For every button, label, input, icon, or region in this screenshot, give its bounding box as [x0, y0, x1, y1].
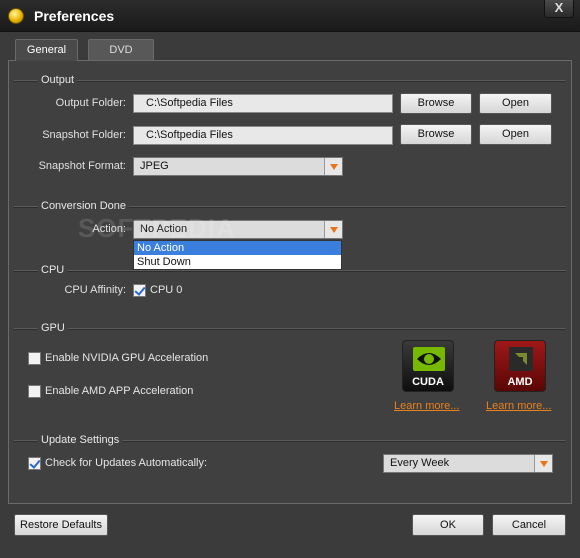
nvidia-checkbox[interactable] — [28, 352, 41, 365]
output-folder-field[interactable]: C:\Softpedia Files — [133, 94, 393, 113]
check-updates-checkbox[interactable] — [28, 457, 41, 470]
amd-checkbox[interactable] — [28, 385, 41, 398]
gpu-divider — [14, 328, 566, 330]
tab-general[interactable]: General — [15, 39, 78, 61]
option-shut-down[interactable]: Shut Down — [134, 255, 341, 269]
cpu0-checkbox[interactable] — [133, 284, 146, 297]
amd-badge: AMD — [494, 340, 546, 392]
tab-dvd[interactable]: DVD — [88, 39, 154, 60]
cpu-affinity-label: CPU Affinity: — [64, 284, 126, 296]
action-dropdown-list: No Action Shut Down — [133, 240, 342, 270]
cpu0-label: CPU 0 — [150, 284, 183, 296]
cuda-learn-more-link[interactable]: Learn more... — [394, 400, 459, 412]
output-open-button[interactable]: Open — [479, 93, 552, 114]
nvidia-label: Enable NVIDIA GPU Acceleration — [45, 352, 209, 364]
snapshot-folder-field[interactable]: C:\Softpedia Files — [133, 126, 393, 145]
app-icon — [8, 8, 24, 24]
restore-defaults-button[interactable]: Restore Defaults — [14, 514, 108, 536]
check-updates-label: Check for Updates Automatically: — [45, 457, 208, 469]
snapshot-format-value: JPEG — [140, 160, 169, 172]
conversion-section-label: Conversion Done — [38, 200, 129, 212]
option-no-action[interactable]: No Action — [134, 241, 341, 255]
update-frequency-select[interactable]: Every Week — [383, 454, 553, 473]
snapshot-format-select[interactable]: JPEG — [133, 157, 343, 176]
action-value: No Action — [140, 223, 188, 235]
chevron-down-icon — [534, 455, 552, 472]
output-folder-label: Output Folder: — [55, 97, 126, 109]
output-browse-button[interactable]: Browse — [400, 93, 472, 114]
amd-label: Enable AMD APP Acceleration — [45, 385, 194, 397]
action-label: Action: — [92, 223, 126, 235]
chevron-down-icon — [324, 158, 342, 175]
snapshot-open-button[interactable]: Open — [479, 124, 552, 145]
nvidia-cuda-badge: CUDA — [402, 340, 454, 392]
snapshot-format-label: Snapshot Format: — [38, 160, 126, 172]
amd-logo-icon — [509, 347, 533, 371]
title-bar: Preferences X — [0, 0, 580, 32]
update-frequency-value: Every Week — [390, 457, 450, 469]
cuda-badge-text: CUDA — [412, 376, 444, 388]
action-select[interactable]: No Action — [133, 220, 343, 239]
window-title: Preferences — [34, 8, 115, 24]
chevron-down-icon — [324, 221, 342, 238]
snapshot-browse-button[interactable]: Browse — [400, 124, 472, 145]
close-icon: X — [554, 0, 564, 15]
ok-button[interactable]: OK — [412, 514, 484, 536]
cpu-divider — [14, 270, 566, 272]
cancel-button[interactable]: Cancel — [492, 514, 566, 536]
update-section-label: Update Settings — [38, 434, 123, 446]
cpu-section-label: CPU — [38, 264, 68, 276]
amd-badge-text: AMD — [507, 376, 533, 388]
output-section-label: Output — [38, 74, 78, 86]
amd-learn-more-link[interactable]: Learn more... — [486, 400, 551, 412]
snapshot-folder-label: Snapshot Folder: — [42, 129, 126, 141]
close-button[interactable]: X — [544, 0, 574, 18]
gpu-section-label: GPU — [38, 322, 68, 334]
nvidia-eye-icon — [413, 347, 445, 371]
output-divider — [14, 80, 566, 82]
